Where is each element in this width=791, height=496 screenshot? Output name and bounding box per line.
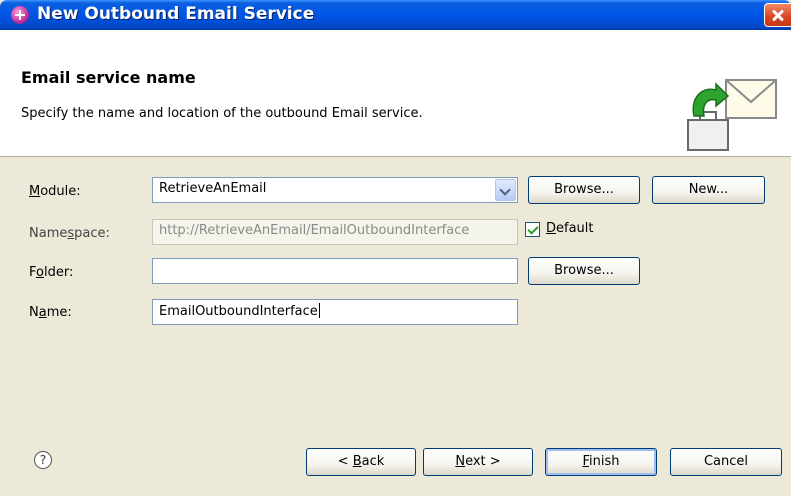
title-bar[interactable]: New Outbound Email Service — [0, 0, 791, 30]
name-input[interactable]: EmailOutboundInterface — [152, 299, 518, 325]
close-icon[interactable] — [764, 3, 791, 27]
folder-browse-button[interactable]: Browse... — [528, 257, 640, 285]
page-title: Email service name — [21, 68, 196, 87]
namespace-label: Namespace: — [29, 226, 110, 241]
text-caret — [318, 303, 320, 318]
folder-input[interactable] — [152, 258, 518, 284]
chevron-down-icon[interactable] — [495, 179, 516, 201]
default-label[interactable]: Default — [546, 221, 594, 236]
page-description: Specify the name and location of the out… — [21, 106, 423, 121]
name-value: EmailOutboundInterface — [159, 304, 318, 319]
module-new-button[interactable]: New... — [652, 176, 765, 204]
namespace-value: http://RetrieveAnEmail/EmailOutboundInte… — [159, 223, 470, 238]
module-value: RetrieveAnEmail — [159, 181, 267, 196]
namespace-input: http://RetrieveAnEmail/EmailOutboundInte… — [152, 219, 518, 245]
folder-label: Folder: — [29, 265, 74, 280]
module-browse-button[interactable]: Browse... — [528, 176, 640, 204]
back-button[interactable]: < Back — [306, 448, 416, 476]
email-service-icon — [687, 79, 777, 151]
wizard-plus-icon — [11, 6, 29, 24]
finish-button[interactable]: Finish — [545, 448, 657, 476]
cancel-button[interactable]: Cancel — [670, 448, 782, 476]
module-combo[interactable]: RetrieveAnEmail — [152, 177, 518, 203]
window-title: New Outbound Email Service — [37, 4, 315, 24]
wizard-dialog: New Outbound Email Service Email service… — [0, 0, 791, 496]
next-button[interactable]: Next > — [423, 448, 533, 476]
wizard-banner: Email service name Specify the name and … — [0, 30, 791, 157]
module-label: Module: — [29, 184, 81, 199]
default-checkbox[interactable] — [525, 222, 540, 237]
name-label: Name: — [29, 305, 72, 320]
help-icon[interactable]: ? — [34, 451, 52, 469]
